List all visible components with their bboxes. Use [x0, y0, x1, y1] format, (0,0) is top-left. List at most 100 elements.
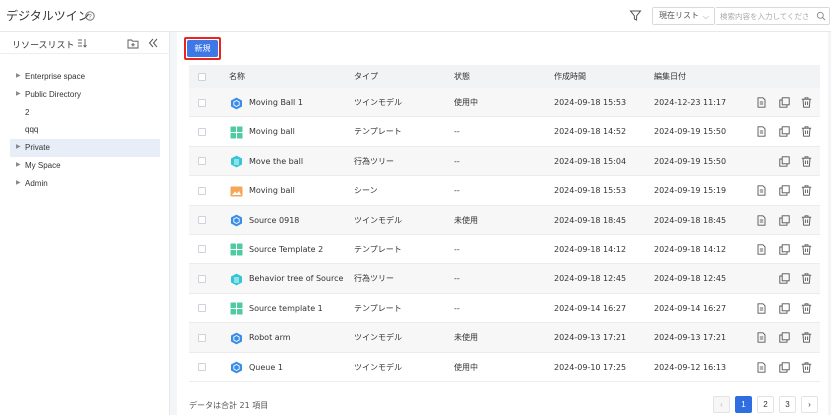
trash-icon[interactable] — [801, 303, 812, 314]
column-header-name[interactable]: 名称 — [229, 65, 245, 88]
column-header-type[interactable]: タイプ — [354, 65, 378, 88]
table-row[interactable]: Moving ball シーン -- 2024-09-18 15:53 2024-09-… — [189, 176, 820, 206]
search-icon[interactable] — [816, 11, 826, 21]
copy-icon[interactable] — [779, 214, 790, 226]
table-row[interactable]: Move the ball 行為ツリー -- 2024-09-18 15:04 2024… — [189, 146, 820, 177]
document-icon[interactable] — [756, 214, 767, 226]
sidebar-item-enterprise-space[interactable]: ▶ Enterprise space — [10, 68, 160, 86]
copy-icon[interactable] — [779, 156, 790, 167]
caret-right-icon[interactable]: ▶ — [16, 86, 21, 104]
sidebar-item-qqq[interactable]: qqq — [10, 121, 160, 139]
caret-right-icon[interactable]: ▶ — [16, 68, 21, 86]
copy-icon[interactable] — [779, 361, 790, 373]
sidebar-header: リソースリスト — [0, 32, 170, 54]
column-header-edited[interactable]: 編集日付 — [654, 65, 686, 88]
copy-icon[interactable] — [779, 303, 790, 314]
template-icon — [230, 243, 243, 256]
new-button[interactable]: 新規 — [187, 40, 218, 57]
document-icon[interactable] — [756, 244, 767, 255]
filter-icon[interactable] — [629, 9, 642, 22]
sidebar-item-2[interactable]: 2 — [10, 104, 160, 122]
copy-icon[interactable] — [779, 185, 790, 196]
page-1-button[interactable]: 1 — [735, 396, 752, 413]
search-input[interactable] — [716, 8, 812, 24]
row-name[interactable]: Moving Ball 1 — [249, 88, 303, 117]
document-icon[interactable] — [756, 185, 767, 196]
document-icon[interactable] — [756, 332, 767, 343]
caret-right-icon[interactable]: ▶ — [16, 157, 21, 175]
row-checkbox[interactable] — [198, 274, 206, 283]
document-icon[interactable] — [756, 303, 767, 314]
row-status: -- — [454, 274, 460, 284]
next-page-button[interactable]: › — [801, 396, 818, 413]
search-box[interactable] — [716, 7, 830, 25]
page-3-button[interactable]: 3 — [779, 396, 796, 413]
row-checkbox[interactable] — [198, 127, 206, 136]
row-name[interactable]: Queue 1 — [249, 353, 283, 382]
row-created: 2024-09-18 15:53 — [554, 186, 627, 196]
help-icon[interactable]: ? — [85, 11, 95, 21]
row-checkbox[interactable] — [198, 216, 206, 225]
trash-icon[interactable] — [801, 185, 812, 196]
row-checkbox[interactable] — [198, 245, 206, 254]
table-row[interactable]: Source template 1 テンプレート -- 2024-09-14 16:2… — [189, 293, 820, 324]
table-row[interactable]: Moving Ball 1 ツインモデル 使用中 2024-09-18 15:53 20… — [189, 88, 820, 118]
row-checkbox[interactable] — [198, 98, 206, 107]
copy-icon[interactable] — [779, 273, 790, 284]
copy-icon[interactable] — [779, 97, 790, 108]
document-icon[interactable] — [756, 97, 767, 108]
row-checkbox[interactable] — [198, 157, 206, 166]
trash-icon[interactable] — [801, 214, 812, 226]
row-created: 2024-09-10 17:25 — [554, 362, 627, 372]
column-header-status[interactable]: 状態 — [454, 65, 470, 88]
row-checkbox[interactable] — [198, 304, 206, 313]
table-row[interactable]: Robot arm ツインモデル 未使用 2024-09-13 17:21 2024-0… — [189, 323, 820, 353]
copy-icon[interactable] — [779, 332, 790, 343]
list-scope-select[interactable]: 現在リスト ⌵ — [652, 7, 715, 25]
trash-icon[interactable] — [801, 126, 812, 138]
behavior-tree-icon — [231, 273, 242, 286]
trash-icon[interactable] — [801, 244, 812, 255]
sidebar-item-admin[interactable]: ▶ Admin — [10, 175, 160, 193]
column-header-created[interactable]: 作成時間 — [554, 65, 586, 88]
caret-right-icon[interactable]: ▶ — [16, 175, 21, 193]
trash-icon[interactable] — [801, 361, 812, 373]
row-name[interactable]: Source template 1 — [249, 294, 323, 323]
row-checkbox[interactable] — [198, 333, 206, 342]
sidebar-item-private[interactable]: ▶ Private — [10, 139, 160, 157]
document-icon[interactable] — [756, 126, 767, 138]
sidebar-item-public-directory[interactable]: ▶ Public Directory — [10, 86, 160, 104]
row-edited: 2024-12-23 11:17 — [654, 98, 727, 107]
trash-icon[interactable] — [801, 97, 812, 108]
table-row[interactable]: Source Template 2 テンプレート -- 2024-09-18 14:1… — [189, 234, 820, 265]
sidebar-item-my-space[interactable]: ▶ My Space — [10, 157, 160, 175]
prev-page-button[interactable]: ‹ — [713, 396, 730, 413]
table-row[interactable]: Moving ball テンプレート -- 2024-09-18 14:52 2024-… — [189, 117, 820, 147]
trash-icon[interactable] — [801, 273, 812, 284]
row-name[interactable]: Moving ball — [249, 176, 295, 205]
trash-icon[interactable] — [801, 332, 812, 343]
folder-add-icon[interactable] — [127, 38, 139, 49]
collapse-sidebar-icon[interactable] — [148, 37, 158, 49]
row-name[interactable]: Robot arm — [249, 323, 291, 352]
select-all-checkbox[interactable] — [198, 72, 206, 81]
table-row[interactable]: Source 0918 ツインモデル 未使用 2024-09-18 18:45 2024… — [189, 205, 820, 235]
copy-icon[interactable] — [779, 244, 790, 255]
document-icon[interactable] — [756, 361, 767, 373]
row-name[interactable]: Move the ball — [249, 147, 303, 176]
page-2-button[interactable]: 2 — [757, 396, 774, 413]
sort-icon[interactable] — [77, 38, 87, 48]
copy-icon[interactable] — [779, 126, 790, 138]
row-name[interactable]: Moving ball — [249, 117, 295, 146]
trash-icon[interactable] — [801, 156, 812, 167]
row-checkbox[interactable] — [198, 363, 206, 372]
row-checkbox[interactable] — [198, 186, 206, 195]
sidebar-item-label: Admin — [25, 178, 48, 188]
table-row[interactable]: Queue 1 ツインモデル 使用中 2024-09-10 17:25 2024-09-… — [189, 352, 820, 382]
table-row[interactable]: Behavior tree of Source 行為ツリー -- 2024-09-18… — [189, 264, 820, 294]
row-name[interactable]: Source 0918 — [249, 206, 299, 235]
caret-right-icon[interactable]: ▶ — [16, 139, 21, 157]
row-edited: 2024-09-13 17:21 — [654, 333, 727, 343]
row-name[interactable]: Source Template 2 — [249, 235, 323, 264]
row-name[interactable]: Behavior tree of Source — [249, 264, 343, 293]
